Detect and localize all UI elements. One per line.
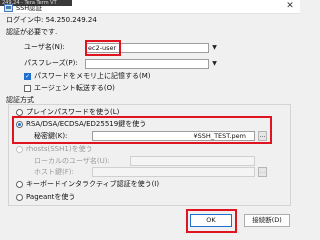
ok-highlight bbox=[186, 209, 237, 233]
local-user-field[interactable] bbox=[130, 156, 255, 166]
host-key-browse-button[interactable]: ... bbox=[258, 167, 267, 177]
rhosts-label: rhosts(SSH1)を使う bbox=[26, 145, 93, 153]
rsa-highlight bbox=[12, 116, 272, 144]
rhosts-radio[interactable] bbox=[16, 146, 23, 153]
local-user-label: ローカルのユーザ名(U): bbox=[34, 157, 110, 165]
remember-password-label: パスワードをメモリ上に記憶する(M) bbox=[34, 72, 151, 80]
passphrase-field[interactable] bbox=[85, 59, 209, 69]
username-label: ユーザ名(N): bbox=[24, 43, 65, 51]
passphrase-label: パスフレーズ(P): bbox=[24, 59, 78, 67]
keyboard-interactive-radio[interactable] bbox=[16, 181, 23, 188]
host-key-label: ホスト鍵(F): bbox=[34, 168, 74, 176]
login-host-label: ログイン中: 54.250.249.24 bbox=[6, 16, 97, 24]
auth-required-label: 認証が必要です. bbox=[6, 28, 58, 36]
plain-password-radio[interactable] bbox=[16, 109, 23, 116]
keyboard-interactive-label: キーボードインタラクティブ認証を使う(I) bbox=[26, 180, 160, 188]
pageant-radio[interactable] bbox=[16, 194, 23, 201]
host-key-field[interactable] bbox=[92, 167, 255, 177]
remember-password-checkbox[interactable]: ✓ bbox=[24, 73, 31, 80]
passphrase-dropdown-icon[interactable]: ▼ bbox=[210, 59, 219, 69]
ssh-app-icon bbox=[4, 4, 13, 12]
pageant-label: Pageantを使う bbox=[26, 193, 76, 201]
username-highlight bbox=[85, 40, 121, 56]
dialog-title: SSH認証 bbox=[16, 4, 43, 12]
close-icon[interactable]: ✕ bbox=[283, 1, 297, 12]
agent-forward-checkbox[interactable] bbox=[24, 85, 31, 92]
agent-forward-label: エージェント転送する(O) bbox=[34, 84, 115, 92]
disconnect-button[interactable]: 接続断(D) bbox=[244, 214, 290, 227]
username-dropdown-icon[interactable]: ▼ bbox=[210, 43, 219, 53]
